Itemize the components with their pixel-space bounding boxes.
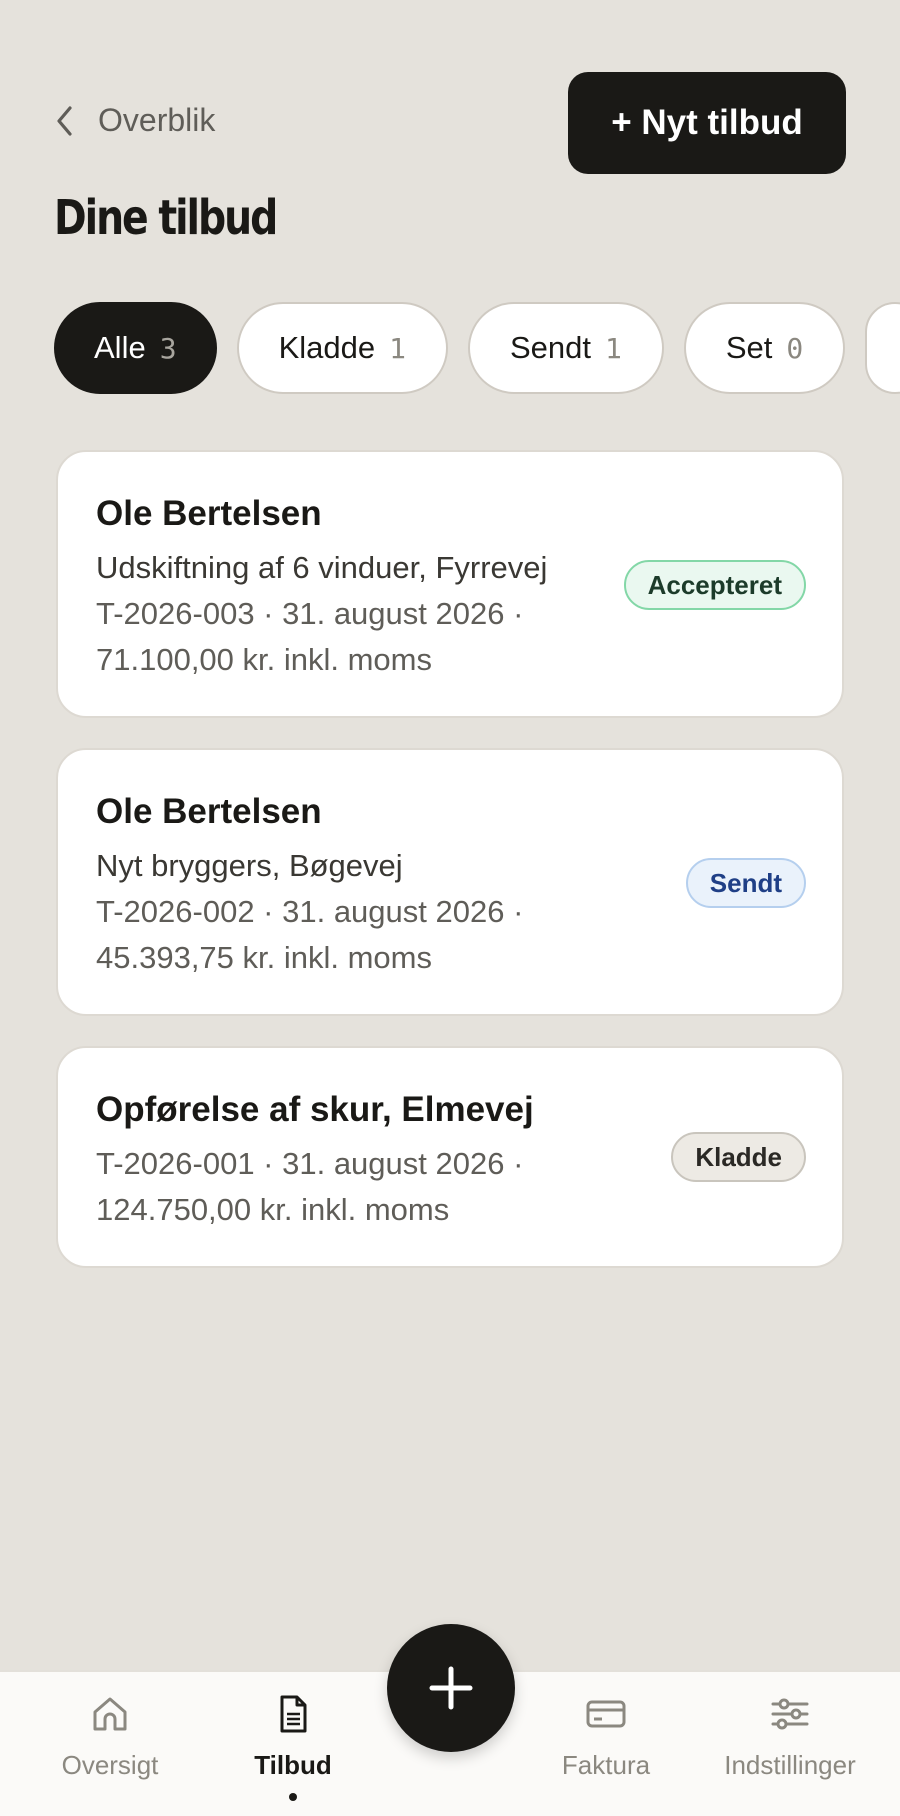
filter-chips: Alle 3 Kladde 1 Sendt 1 Set 0 (54, 302, 900, 394)
top-bar: Overblik + Nyt tilbud (0, 72, 900, 174)
filter-chip-sendt[interactable]: Sendt 1 (467, 302, 664, 394)
nav-label: Oversigt (61, 1750, 159, 1780)
back-link[interactable]: Overblik (52, 102, 215, 139)
chip-label: Alle (94, 330, 146, 365)
plus-icon (429, 1666, 473, 1710)
credit-card-icon (586, 1700, 626, 1728)
offer-customer: Opførelse af skur, Elmevej (96, 1090, 534, 1129)
new-offer-button[interactable]: + Nyt tilbud (568, 72, 846, 174)
offer-amount: 71.100,00 kr. inkl. moms (96, 642, 432, 677)
offer-meta: T-2026-003 · 31. august 2026 · (96, 596, 524, 631)
document-icon (280, 1695, 307, 1733)
page-title: Dine tilbud (54, 190, 278, 246)
offer-customer: Ole Bertelsen (96, 494, 322, 533)
nav-label: Tilbud (254, 1750, 332, 1780)
chip-count: 3 (159, 331, 177, 365)
chevron-left-icon (57, 105, 72, 136)
status-badge: Accepteret (623, 560, 806, 610)
new-offer-label: + Nyt tilbud (611, 103, 803, 142)
nav-item-invoices[interactable]: Faktura (506, 1692, 706, 1781)
offer-amount: 124.750,00 kr. inkl. moms (96, 1192, 450, 1227)
chip-count: 1 (389, 331, 406, 365)
chip-label: Kladde (278, 330, 376, 365)
nav-item-settings[interactable]: Indstillinger (690, 1692, 890, 1781)
back-label: Overblik (98, 102, 216, 138)
status-badge: Kladde (671, 1132, 806, 1182)
offer-info: Opførelse af skur, Elmevej T-2026-001 · … (96, 1088, 592, 1233)
offer-card[interactable]: Ole Bertelsen Nyt bryggers, Bøgevej T-20… (56, 748, 844, 1016)
chip-label: Sendt (509, 330, 591, 365)
nav-item-overview[interactable]: Oversigt (10, 1692, 210, 1781)
filter-chip-alle[interactable]: Alle 3 (54, 302, 217, 394)
nav-label: Faktura (561, 1750, 651, 1780)
offer-info: Ole Bertelsen Nyt bryggers, Bøgevej T-20… (96, 790, 592, 981)
offer-description: Udskiftning af 6 vinduer, Fyrrevej (96, 550, 548, 585)
filter-chip-overflow[interactable] (865, 302, 900, 394)
offer-description: Nyt bryggers, Bøgevej (96, 848, 403, 883)
offer-info: Ole Bertelsen Udskiftning af 6 vinduer, … (96, 492, 592, 683)
offer-meta: T-2026-002 · 31. august 2026 · (96, 894, 524, 929)
active-indicator (289, 1793, 297, 1801)
offer-card[interactable]: Ole Bertelsen Udskiftning af 6 vinduer, … (56, 450, 844, 718)
nav-label: Indstillinger (724, 1750, 856, 1780)
add-fab-button[interactable] (387, 1624, 515, 1752)
nav-item-offers[interactable]: Tilbud (193, 1692, 393, 1801)
offer-amount: 45.393,75 kr. inkl. moms (96, 940, 432, 975)
offer-customer: Ole Bertelsen (96, 792, 322, 831)
sliders-icon (771, 1698, 809, 1730)
filter-chip-kladde[interactable]: Kladde 1 (236, 302, 448, 394)
home-icon (93, 1697, 127, 1731)
chip-count: 0 (786, 331, 804, 365)
filter-chip-set[interactable]: Set 0 (683, 302, 846, 394)
chip-label: Set (725, 330, 773, 365)
status-badge: Sendt (685, 858, 806, 908)
offer-card[interactable]: Opførelse af skur, Elmevej T-2026-001 · … (56, 1046, 844, 1268)
offer-meta: T-2026-001 · 31. august 2026 · (96, 1146, 524, 1181)
chip-count: 1 (604, 331, 622, 365)
